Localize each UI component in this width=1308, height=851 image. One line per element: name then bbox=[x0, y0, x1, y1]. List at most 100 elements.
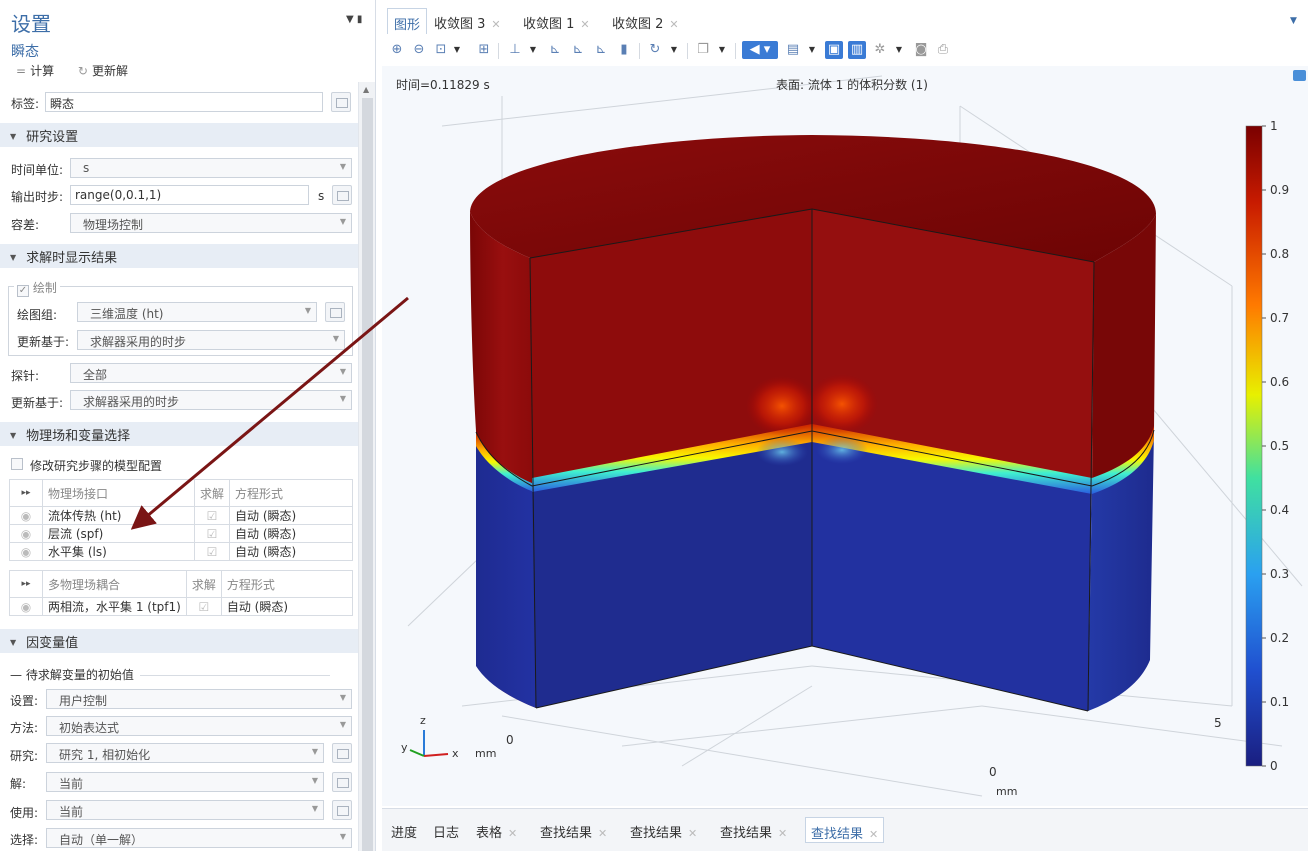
collapse-icon: ▼ bbox=[10, 431, 17, 440]
output-times-label: 输出时步: bbox=[11, 190, 64, 204]
print-icon[interactable]: ⎙ bbox=[934, 41, 952, 59]
probes-select[interactable]: 全部 ▼ bbox=[70, 363, 352, 383]
close-icon[interactable]: ✕ bbox=[508, 827, 517, 840]
tab-progress[interactable]: 进度 bbox=[386, 817, 422, 843]
output-times-input[interactable]: range(0,0.1,1) bbox=[70, 185, 309, 205]
chevron-down-icon: ▼ bbox=[339, 720, 346, 729]
update-at2-select[interactable]: 求解器采用的时步 ▼ bbox=[70, 390, 352, 410]
close-icon[interactable]: ✕ bbox=[778, 827, 787, 840]
radio-icon[interactable]: ◉ bbox=[9, 542, 43, 561]
plot-checkbox[interactable]: ✓ bbox=[17, 285, 29, 297]
table-row[interactable]: ◉ 流体传热 (ht) ☑ 自动 (瞬态) bbox=[9, 506, 353, 525]
compute-icon: = bbox=[16, 64, 27, 78]
close-icon[interactable]: ✕ bbox=[580, 18, 589, 31]
scrollbar-thumb[interactable] bbox=[362, 98, 373, 851]
radio-icon[interactable]: ◉ bbox=[9, 597, 43, 616]
iv-solution-button[interactable] bbox=[332, 772, 352, 792]
modify-config-checkbox[interactable] bbox=[11, 458, 23, 470]
close-icon[interactable]: ✕ bbox=[491, 18, 500, 31]
settings-scrollbar[interactable]: ▲ bbox=[358, 82, 375, 851]
solve-checkbox[interactable]: ☑ bbox=[193, 524, 231, 543]
compute-button[interactable]: = 计算 bbox=[16, 64, 64, 78]
range-button[interactable] bbox=[332, 185, 352, 205]
radio-icon[interactable]: ◉ bbox=[9, 506, 43, 525]
chevron-down-icon[interactable]: ▼ bbox=[803, 41, 821, 59]
scene-light-icon[interactable]: ◀ ▾ bbox=[742, 41, 778, 59]
section-study-settings[interactable]: ▼ 研究设置 bbox=[0, 123, 358, 147]
iv-use-button[interactable] bbox=[332, 800, 352, 820]
tab-log[interactable]: 日志 bbox=[428, 817, 464, 843]
cylinder-model[interactable] bbox=[470, 135, 1156, 712]
zoom-in-icon[interactable]: ⊕ bbox=[388, 41, 406, 59]
view-yz-icon[interactable]: ⊾ bbox=[569, 41, 587, 59]
solve-checkbox[interactable]: ☑ bbox=[193, 506, 231, 525]
tag-input[interactable]: 瞬态 bbox=[45, 92, 323, 112]
section-physics-variables[interactable]: ▼ 物理场和变量选择 bbox=[0, 422, 358, 446]
tab-find-results-4[interactable]: 查找结果 ✕ bbox=[805, 817, 885, 843]
axes-view-icon[interactable]: ⊥ bbox=[506, 41, 524, 59]
view-reset-icon[interactable]: ▮ bbox=[615, 41, 633, 59]
update-solution-button[interactable]: ↻ 更新解 bbox=[78, 64, 138, 78]
iv-use-select[interactable]: 当前 ▼ bbox=[46, 800, 324, 820]
iv-study-button[interactable] bbox=[332, 743, 352, 763]
view-xy-icon[interactable]: ⊾ bbox=[546, 41, 564, 59]
expand-icon[interactable]: ▸▸ bbox=[9, 479, 43, 507]
transparency-icon[interactable]: ▤ bbox=[784, 41, 802, 59]
tab-graphics[interactable]: 图形 bbox=[387, 8, 428, 34]
zoom-extents-icon[interactable]: ⊞ bbox=[475, 41, 493, 59]
table-row[interactable]: ◉ 层流 (spf) ☑ 自动 (瞬态) bbox=[9, 524, 353, 543]
settings-gear-icon[interactable]: ✲ bbox=[871, 41, 889, 59]
radio-icon[interactable]: ◉ bbox=[9, 524, 43, 543]
plot-canvas[interactable]: 1 0.9 0.8 0.7 0.6 0.5 0.4 0.3 0.2 0.1 0 时间=0.11829… bbox=[382, 66, 1308, 806]
tab-find-results-3[interactable]: 查找结果 ✕ bbox=[715, 817, 792, 843]
table-row[interactable]: ◉ 水平集 (ls) ☑ 自动 (瞬态) bbox=[9, 542, 353, 561]
plot-checkbox-row[interactable]: ✓ 绘制 bbox=[14, 279, 60, 297]
close-icon[interactable]: ✕ bbox=[688, 827, 697, 840]
section-display-results[interactable]: ▼ 求解时显示结果 bbox=[0, 244, 358, 268]
chevron-down-icon[interactable]: ▼ bbox=[448, 41, 466, 59]
camera-icon[interactable]: ◙ bbox=[912, 41, 930, 59]
close-icon[interactable]: ✕ bbox=[669, 18, 678, 31]
update-at-select[interactable]: 求解器采用的时步 ▼ bbox=[77, 330, 345, 350]
tab-convergence-1[interactable]: 收敛图 1 ✕ bbox=[517, 8, 596, 34]
plot-group-select[interactable]: 三维温度 (ht) ▼ bbox=[77, 302, 317, 322]
tab-table[interactable]: 表格 ✕ bbox=[471, 817, 522, 843]
solve-checkbox[interactable]: ☑ bbox=[185, 597, 222, 616]
close-icon[interactable]: ✕ bbox=[869, 828, 878, 841]
close-icon[interactable]: ✕ bbox=[598, 827, 607, 840]
plot-group-button[interactable] bbox=[325, 302, 345, 322]
table-row[interactable]: ◉ 两相流，水平集 1 (tpf1) ☑ 自动 (瞬态) bbox=[9, 597, 354, 616]
tab-find-results-2[interactable]: 查找结果 ✕ bbox=[625, 817, 702, 843]
iv-settings-select[interactable]: 用户控制 ▼ bbox=[46, 689, 352, 709]
chevron-down-icon[interactable]: ▼ bbox=[524, 41, 542, 59]
scroll-up-icon[interactable]: ▲ bbox=[363, 85, 369, 94]
window-menu-icon[interactable]: ▼ bbox=[1290, 16, 1297, 26]
iv-solution-select[interactable]: 当前 ▼ bbox=[46, 772, 324, 792]
wireframe-icon[interactable]: ▣ bbox=[825, 41, 843, 59]
update-at-label: 更新基于: bbox=[17, 335, 70, 349]
iv-study-select[interactable]: 研究 1, 相初始化 ▼ bbox=[46, 743, 324, 763]
tab-convergence-2[interactable]: 收敛图 2 ✕ bbox=[606, 8, 685, 34]
time-unit-select[interactable]: s ▼ bbox=[70, 158, 352, 178]
iv-method-select[interactable]: 初始表达式 ▼ bbox=[46, 716, 352, 736]
tolerance-select[interactable]: 物理场控制 ▼ bbox=[70, 213, 352, 233]
rotate-icon[interactable]: ↻ bbox=[646, 41, 664, 59]
solve-checkbox[interactable]: ☑ bbox=[193, 542, 231, 561]
zoom-out-icon[interactable]: ⊖ bbox=[410, 41, 428, 59]
panel-menu-pin-icon[interactable]: ▼ ▮ bbox=[346, 14, 362, 25]
chevron-down-icon[interactable]: ▼ bbox=[890, 41, 908, 59]
section-dependent-values[interactable]: ▼ 因变量值 bbox=[0, 629, 358, 653]
view-settings-icon[interactable] bbox=[1293, 70, 1306, 81]
iv-selection-select[interactable]: 自动（单一解） ▼ bbox=[46, 828, 352, 848]
tab-convergence-3[interactable]: 收敛图 3 ✕ bbox=[428, 8, 507, 34]
tag-extra-button[interactable] bbox=[331, 92, 351, 112]
tab-find-results-1[interactable]: 查找结果 ✕ bbox=[535, 817, 612, 843]
chevron-down-icon[interactable]: ▼ bbox=[665, 41, 683, 59]
view-xz-icon[interactable]: ⊾ bbox=[592, 41, 610, 59]
colorbar-tick-label: 0.6 bbox=[1270, 375, 1289, 389]
copy-icon[interactable]: ❐ bbox=[694, 41, 712, 59]
colorbar-tick-label: 0.2 bbox=[1270, 631, 1289, 645]
chevron-down-icon[interactable]: ▼ bbox=[713, 41, 731, 59]
grid-icon[interactable]: ▥ bbox=[848, 41, 866, 59]
expand-icon[interactable]: ▸▸ bbox=[9, 570, 43, 598]
